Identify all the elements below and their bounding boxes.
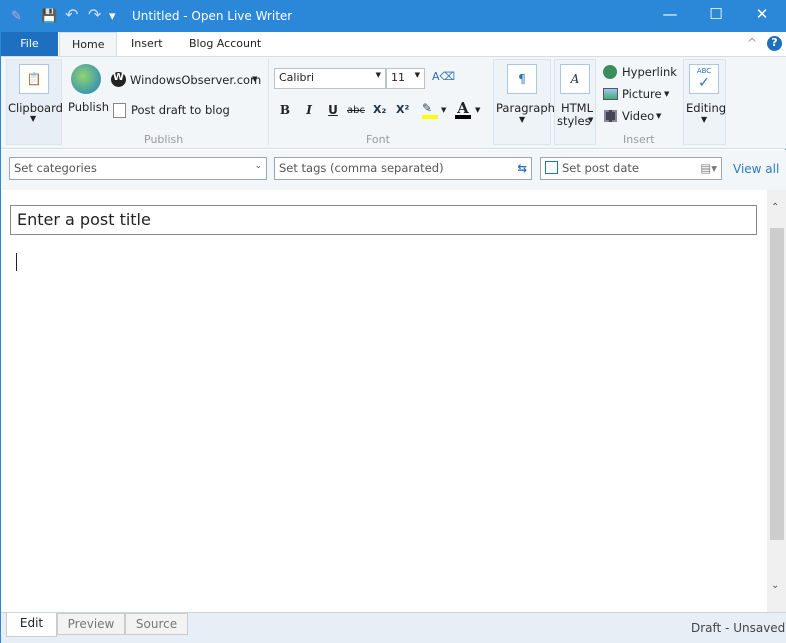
chevron-down-icon[interactable]: ▼ (475, 106, 480, 114)
html-styles-label-1: HTML (561, 101, 594, 115)
tab-source[interactable]: Source (125, 613, 188, 635)
font-size-value: 11 (391, 71, 405, 84)
categories-text: Set categories (14, 161, 97, 175)
scroll-down-icon[interactable]: ⌄ (771, 580, 779, 591)
editing-button[interactable]: ABC ✓ Editing ▼ (683, 59, 726, 145)
post-properties-bar: Set categories ⌄ Set tags (comma separate… (1, 150, 786, 190)
insert-group-label: Insert (623, 133, 655, 146)
redo-icon[interactable]: ↷ (88, 5, 101, 24)
italic-button[interactable]: I (300, 103, 318, 117)
strikethrough-button[interactable]: abc (347, 105, 365, 116)
hyperlink-icon (603, 65, 617, 79)
hyperlink-button[interactable]: Hyperlink (622, 65, 677, 79)
post-draft-icon (113, 103, 126, 118)
picture-button[interactable]: Picture (622, 87, 662, 101)
subscript-button[interactable]: X₂ (373, 103, 386, 116)
globe-publish-icon (71, 64, 101, 94)
chevron-down-icon: ▼ (588, 116, 594, 124)
publish-group: Publish W WindowsObserver.com ▼ Post dra… (64, 59, 269, 146)
publish-group-label: Publish (144, 133, 184, 146)
chevron-down-icon: ▼ (519, 115, 526, 124)
publish-button[interactable]: Publish (68, 100, 109, 114)
tab-blog-account[interactable]: Blog Account (177, 32, 273, 56)
chevron-down-icon: ▼ (30, 114, 37, 123)
ribbon-tabs: File Home Insert Blog Account ^ ? (1, 32, 786, 56)
superscript-button[interactable]: X² (396, 103, 409, 116)
html-styles-label-2: styles (557, 114, 591, 128)
tags-input[interactable]: Set tags (comma separated) ⇆ (274, 157, 532, 180)
scroll-up-icon[interactable]: ⌃ (771, 202, 779, 213)
refresh-tags-icon[interactable]: ⇆ (517, 161, 527, 175)
vertical-scrollbar[interactable]: ⌃ ⌄ (767, 190, 786, 612)
tags-placeholder: Set tags (comma separated) (279, 161, 444, 175)
post-date-checkbox[interactable] (545, 161, 558, 174)
post-draft-button[interactable]: Post draft to blog (131, 103, 230, 117)
undo-icon[interactable]: ↶ (65, 5, 78, 24)
paragraph-button[interactable]: ¶ Paragraph ▼ (493, 59, 555, 145)
title-bar: ✎ 💾 ↶ ↷ ▾ Untitled - Open Live Writer — … (1, 1, 786, 32)
bold-button[interactable]: B (276, 103, 294, 117)
spellcheck-text: ABC (696, 67, 712, 75)
collapse-ribbon-icon[interactable]: ^ (747, 36, 757, 50)
text-caret (16, 253, 17, 271)
chevron-down-icon: ▼ (664, 90, 670, 98)
html-styles-icon: A (560, 64, 590, 94)
wordpress-icon: W (111, 72, 126, 87)
app-icon: ✎ (11, 9, 22, 24)
window-title: Untitled - Open Live Writer (132, 9, 293, 23)
view-all-link[interactable]: View all (733, 162, 779, 176)
chevron-down-icon: ▼ (656, 112, 662, 120)
clipboard-icon: 📋 (19, 64, 49, 94)
html-styles-button[interactable]: A HTML styles ▼ (554, 59, 596, 145)
tab-home[interactable]: Home (59, 32, 118, 56)
scrollbar-thumb[interactable] (770, 228, 784, 540)
blog-selector[interactable]: WindowsObserver.com (130, 73, 261, 87)
editing-label: Editing (686, 101, 727, 115)
calendar-icon[interactable]: ▤▾ (700, 161, 717, 175)
font-name-value: Calibri (279, 71, 315, 84)
categories-dropdown[interactable]: Set categories ⌄ (9, 157, 267, 180)
ribbon: 📋 Clipboard ▼ Publish W WindowsObserver.… (1, 56, 786, 149)
save-status: Draft - Unsaved (691, 621, 786, 635)
font-group: Calibri ▼ 11 ▼ A⌫ B I U abc X₂ X² ✎ ▼ A ▼ … (270, 59, 490, 146)
minimize-button[interactable]: — (647, 5, 693, 29)
editor-area[interactable]: Enter a post title (1, 190, 767, 612)
highlight-icon[interactable]: ✎ (422, 101, 438, 119)
tab-preview[interactable]: Preview (57, 613, 125, 635)
post-date-field[interactable]: Set post date ▤▾ (540, 157, 722, 180)
picture-icon (603, 88, 618, 100)
insert-group: Hyperlink Picture ▼ Video ▼ Insert (598, 59, 680, 146)
font-name-select[interactable]: Calibri ▼ (274, 68, 386, 89)
save-icon[interactable]: 💾 (41, 9, 57, 24)
tab-insert[interactable]: Insert (119, 32, 175, 56)
chevron-down-icon: ▼ (252, 75, 258, 83)
font-group-label: Font (366, 133, 390, 146)
tab-edit[interactable]: Edit (6, 613, 57, 637)
maximize-button[interactable]: ☐ (693, 5, 739, 29)
status-bar: Edit Preview Source Draft - Unsaved (1, 612, 786, 643)
tab-file[interactable]: File (1, 32, 58, 56)
font-size-select[interactable]: 11 ▼ (386, 68, 425, 89)
customize-quick-access-icon[interactable]: ▾ (109, 9, 116, 24)
post-date-text: Set post date (562, 161, 639, 175)
clipboard-label: Clipboard (8, 101, 63, 115)
chevron-down-icon: ▼ (701, 115, 708, 124)
close-button[interactable]: ✕ (739, 5, 785, 29)
underline-button[interactable]: U (324, 103, 342, 117)
paragraph-label: Paragraph (496, 101, 555, 115)
post-title-input[interactable]: Enter a post title (10, 205, 757, 235)
video-icon (604, 110, 617, 122)
clear-formatting-icon[interactable]: A⌫ (432, 70, 455, 83)
clipboard-group[interactable]: 📋 Clipboard ▼ (6, 59, 63, 145)
help-icon[interactable]: ? (767, 36, 782, 51)
font-color-icon[interactable]: A (455, 99, 471, 119)
paragraph-icon: ¶ (507, 64, 537, 94)
video-button[interactable]: Video (622, 109, 654, 123)
spellcheck-icon: ABC ✓ (689, 64, 719, 94)
chevron-down-icon[interactable]: ▼ (441, 106, 446, 114)
